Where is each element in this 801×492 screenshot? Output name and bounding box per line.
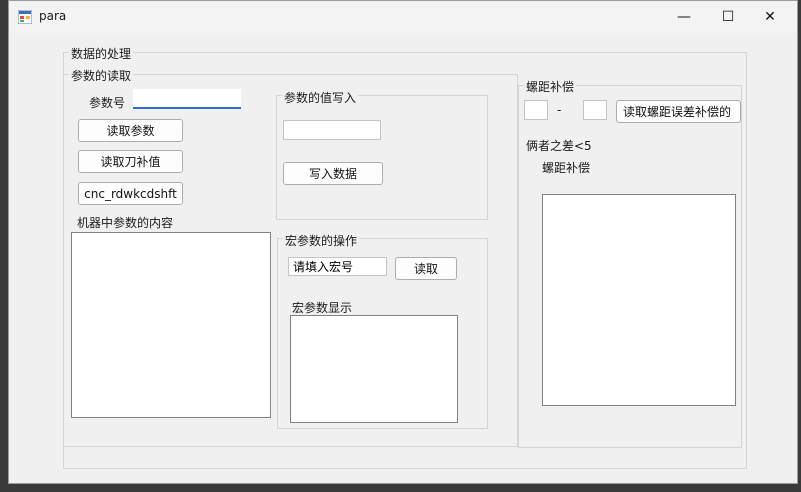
param-number-label: 参数号: [89, 96, 126, 110]
pitch-comp-box[interactable]: [542, 194, 736, 406]
close-icon: ✕: [764, 9, 776, 25]
maximize-button[interactable]: ☐: [705, 1, 751, 33]
macro-number-input[interactable]: [288, 257, 387, 276]
app-form-icon: [18, 10, 32, 24]
param-number-input[interactable]: [133, 89, 241, 109]
macro-display-box[interactable]: [290, 315, 458, 423]
machine-param-content-label: 机器中参数的内容: [77, 216, 174, 230]
minimize-button[interactable]: —: [661, 1, 707, 33]
close-button[interactable]: ✕: [747, 1, 793, 33]
pitch-comp-label: 螺距补偿: [542, 161, 591, 175]
write-data-button[interactable]: 写入数据: [283, 162, 383, 185]
group-param-write-label: 参数的值写入: [282, 89, 359, 106]
cnc-rdwkcdshft-button[interactable]: cnc_rdwkcdshft: [78, 182, 183, 205]
difference-label: 俩者之差<5: [526, 139, 592, 153]
maximize-icon: ☐: [721, 9, 735, 25]
read-tool-comp-button[interactable]: 读取刀补值: [78, 150, 183, 173]
title-bar: para — ☐ ✕: [9, 1, 797, 33]
macro-display-label: 宏参数显示: [292, 301, 353, 315]
pitch-range-dash: -: [557, 103, 562, 117]
macro-read-button[interactable]: 读取: [395, 257, 457, 280]
group-macro-ops-label: 宏参数的操作: [283, 232, 360, 249]
window-title: para: [39, 9, 67, 23]
read-param-button[interactable]: 读取参数: [78, 119, 183, 142]
minimize-icon: —: [677, 9, 691, 25]
group-data-processing-label: 数据的处理: [69, 45, 134, 62]
read-pitch-error-button[interactable]: 读取螺距误差补偿的: [616, 100, 741, 123]
group-pitch-comp-label: 螺距补偿: [524, 78, 577, 95]
pitch-from-input[interactable]: [524, 100, 548, 120]
group-param-write: [276, 95, 488, 220]
group-param-read-label: 参数的读取: [69, 67, 134, 84]
machine-param-content-box[interactable]: [71, 232, 271, 418]
pitch-to-input[interactable]: [583, 100, 607, 120]
param-value-input[interactable]: [283, 120, 381, 140]
main-window: para — ☐ ✕ 数据的处理 参数的读取 参数号 读取参数 读取刀补值 cn…: [8, 0, 798, 484]
